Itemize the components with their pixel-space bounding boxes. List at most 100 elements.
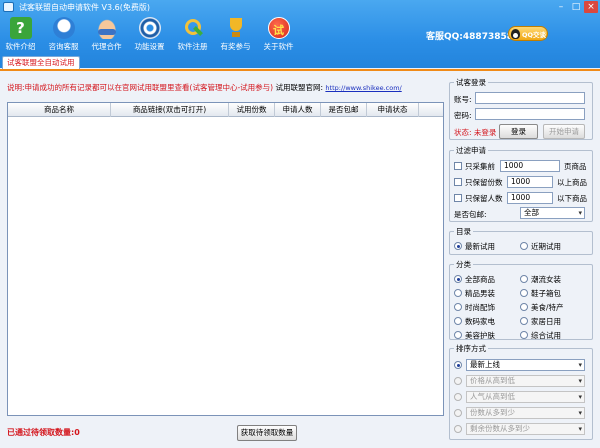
- catalog-recent-radio[interactable]: [520, 242, 528, 250]
- category-food-radio[interactable]: [520, 303, 528, 311]
- sort-newest-radio[interactable]: [454, 361, 462, 369]
- category-men-label: 精品男装: [465, 289, 495, 298]
- category-men-radio[interactable]: [454, 289, 462, 297]
- only-collect-input[interactable]: 1000: [500, 160, 560, 172]
- free-shipping-select[interactable]: 全部: [520, 207, 585, 219]
- toolbar-about[interactable]: 关于软件: [258, 15, 299, 55]
- category-general-radio[interactable]: [520, 331, 528, 339]
- catalog-title: 目录: [454, 226, 473, 237]
- only-keep-people-label: 只保留人数: [465, 194, 503, 203]
- sort-price-select[interactable]: 价格从高到低: [466, 375, 585, 387]
- handshake-icon: [95, 17, 118, 39]
- column-product-link[interactable]: 商品链接(双击可打开): [111, 103, 229, 117]
- category-accessories-label: 时尚配饰: [465, 303, 495, 312]
- only-collect-label: 只采集前: [465, 162, 495, 171]
- category-all-label: 全部商品: [465, 275, 495, 284]
- only-keep-count-unit: 以上商品: [557, 178, 587, 187]
- key-icon: [182, 17, 204, 39]
- category-beauty-label: 美容护肤: [465, 331, 495, 340]
- notice-site-label: 试用联盟官网:: [275, 83, 324, 92]
- category-bags-label: 鞋子箱包: [531, 289, 561, 298]
- notice-text: 说明:申请成功的所有记录都可以在官网试用联盟里查看(试客管理中心-试用参与) 试…: [7, 82, 402, 93]
- minimize-button[interactable]: –: [554, 1, 568, 13]
- category-home-label: 家居日用: [531, 317, 561, 326]
- password-input[interactable]: [475, 108, 585, 120]
- toolbar-support[interactable]: 咨询客服: [43, 15, 84, 55]
- sort-newest-select[interactable]: 最新上线: [466, 359, 585, 371]
- notice-description: 说明:申请成功的所有记录都可以在官网试用联盟里查看(试客管理中心-试用参与): [7, 83, 274, 92]
- sort-popularity-select[interactable]: 人气从高到低: [466, 391, 585, 403]
- category-women-label: 潮流女装: [531, 275, 561, 284]
- toolbar-partner[interactable]: 代理合作: [86, 15, 127, 55]
- category-food-label: 美食/特产: [531, 303, 564, 312]
- service-qq: 客服QQ:488738580: [426, 32, 520, 42]
- table-header: 商品名称 商品链接(双击可打开) 试用份数 申请人数 是否包邮 申请状态: [8, 103, 443, 117]
- only-keep-people-unit: 以下商品: [557, 194, 587, 203]
- column-free-shipping[interactable]: 是否包邮: [321, 103, 367, 117]
- toolbar-register-label: 软件注册: [177, 42, 208, 51]
- toolbar-intro-label: 软件介绍: [5, 42, 36, 51]
- login-button[interactable]: 登录: [499, 124, 538, 139]
- sort-title: 排序方式: [454, 343, 488, 354]
- catalog-group: 目录 最新试用 近期试用: [449, 226, 593, 255]
- sort-remaining-radio[interactable]: [454, 425, 462, 433]
- qq-chat-label: QQ交谈: [522, 30, 547, 39]
- sort-remaining-select[interactable]: 剩余份数从多到少: [466, 423, 585, 435]
- column-applicants[interactable]: 申请人数: [275, 103, 321, 117]
- fetch-pending-button[interactable]: 获取待领取数量: [237, 425, 297, 441]
- filter-title: 过滤申请: [454, 145, 488, 156]
- login-group: 试客登录 账号: 密码: 状态: 未登录 登录 开始申请: [449, 77, 593, 140]
- window-title: 试客联盟自动申请软件 V3.6(免费版): [19, 3, 150, 12]
- toolbar-reward[interactable]: 有奖参与: [215, 15, 256, 55]
- only-keep-people-input[interactable]: 1000: [507, 192, 553, 204]
- column-product-name[interactable]: 商品名称: [8, 103, 111, 117]
- category-digital-radio[interactable]: [454, 317, 462, 325]
- category-all-radio[interactable]: [454, 275, 462, 283]
- toolbar-partner-label: 代理合作: [91, 42, 122, 51]
- maximize-button[interactable]: □: [569, 1, 583, 13]
- column-trial-count[interactable]: 试用份数: [229, 103, 275, 117]
- free-shipping-label: 是否包邮:: [454, 210, 487, 219]
- toolbar-about-label: 关于软件: [263, 42, 294, 51]
- toolbar-register[interactable]: 软件注册: [172, 15, 213, 55]
- only-keep-count-checkbox[interactable]: [454, 178, 462, 186]
- main-toolbar: 软件介绍 咨询客服 代理合作 功能设置 软件注册 有奖参与 关于软件: [0, 15, 301, 55]
- password-label: 密码:: [454, 111, 472, 120]
- category-title: 分类: [454, 259, 473, 270]
- only-keep-count-input[interactable]: 1000: [507, 176, 553, 188]
- tab-auto-trial[interactable]: 试客联盟全自动试用: [2, 56, 80, 69]
- login-title: 试客登录: [454, 77, 488, 88]
- toolbar-settings-label: 功能设置: [134, 42, 165, 51]
- only-keep-people-checkbox[interactable]: [454, 194, 462, 202]
- app-logo-icon: [3, 2, 14, 12]
- sort-group: 排序方式 最新上线 价格从高到低 人气从高到低 份数从多到少 剩余份数从多到少: [449, 343, 593, 440]
- qq-chat-button[interactable]: QQ交谈: [508, 26, 548, 41]
- close-button[interactable]: ×: [584, 1, 598, 13]
- toolbar-settings[interactable]: 功能设置: [129, 15, 170, 55]
- sort-popularity-radio[interactable]: [454, 393, 462, 401]
- only-collect-checkbox[interactable]: [454, 162, 462, 170]
- login-status: 状态: 未登录: [454, 128, 497, 137]
- app-header: 试客联盟自动申请软件 V3.6(免费版) – □ × 软件介绍 咨询客服 代理合…: [0, 0, 600, 69]
- sort-price-radio[interactable]: [454, 377, 462, 385]
- category-women-radio[interactable]: [520, 275, 528, 283]
- toolbar-intro[interactable]: 软件介绍: [0, 15, 41, 55]
- results-table[interactable]: 商品名称 商品链接(双击可打开) 试用份数 申请人数 是否包邮 申请状态: [7, 102, 444, 416]
- sort-quantity-radio[interactable]: [454, 409, 462, 417]
- trophy-icon: [225, 17, 247, 39]
- chat-icon: [52, 17, 75, 39]
- start-apply-button[interactable]: 开始申请: [543, 124, 585, 139]
- site-link[interactable]: http://www.shikee.com/: [325, 84, 401, 92]
- sort-quantity-select[interactable]: 份数从多到少: [466, 407, 585, 419]
- category-home-radio[interactable]: [520, 317, 528, 325]
- category-accessories-radio[interactable]: [454, 303, 462, 311]
- catalog-latest-radio[interactable]: [454, 242, 462, 250]
- gear-icon: [138, 17, 161, 39]
- category-bags-radio[interactable]: [520, 289, 528, 297]
- column-apply-status[interactable]: 申请状态: [367, 103, 419, 117]
- account-input[interactable]: [475, 92, 585, 104]
- catalog-recent-label: 近期试用: [531, 242, 561, 251]
- filter-group: 过滤申请 只采集前 1000 页商品 只保留份数 1000 以上商品 只保留人数…: [449, 145, 593, 222]
- catalog-latest-label: 最新试用: [465, 242, 495, 251]
- category-beauty-radio[interactable]: [454, 331, 462, 339]
